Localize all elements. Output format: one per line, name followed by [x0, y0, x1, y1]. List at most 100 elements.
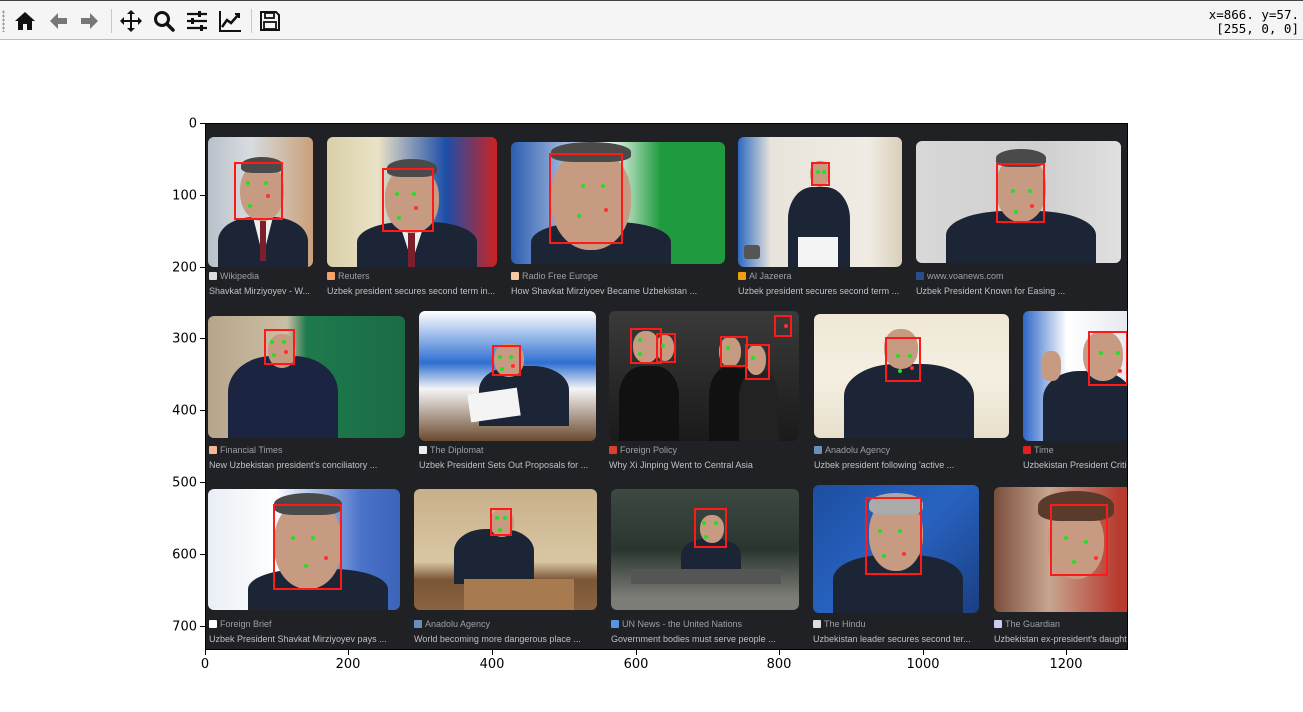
face-landmark-point — [1099, 351, 1103, 355]
x-tick-label: 200 — [335, 657, 361, 672]
result-caption[interactable]: Uzbek President Known for Easing ... — [916, 286, 1121, 296]
face-landmark-point — [282, 340, 286, 344]
face-bounding-box — [774, 315, 792, 337]
result-source-label: www.voanews.com — [927, 271, 1004, 281]
x-tick-mark — [1066, 650, 1067, 655]
face-landmark-point — [397, 216, 401, 220]
face-landmark-point — [822, 170, 826, 174]
result-source[interactable]: The Guardian — [994, 619, 1060, 629]
result-source[interactable]: Anadolu Agency — [414, 619, 490, 629]
result-source[interactable]: Time — [1023, 445, 1054, 455]
zoom-icon[interactable] — [150, 7, 178, 35]
save-icon[interactable] — [256, 7, 284, 35]
face-landmark-point — [1014, 210, 1018, 214]
thumbnail-shape — [744, 245, 760, 259]
result-caption[interactable]: Uzbekistan President Critic — [1023, 460, 1127, 470]
thumbnail-shape — [1041, 351, 1061, 381]
result-source-label: Al Jazeera — [749, 271, 792, 281]
source-favicon-icon — [611, 620, 619, 628]
face-landmark-point — [500, 367, 504, 371]
x-tick-label: 0 — [200, 657, 210, 672]
result-source[interactable]: Wikipedia — [209, 271, 259, 281]
source-favicon-icon — [419, 446, 427, 454]
edit-axis-icon[interactable] — [216, 7, 244, 35]
x-tick-label: 1000 — [906, 657, 940, 672]
result-caption[interactable]: Uzbek President Shavkat Mirziyoyev pays … — [209, 634, 404, 644]
result-source[interactable]: Financial Times — [209, 445, 283, 455]
face-bounding-box — [549, 153, 623, 244]
face-landmark-point — [311, 536, 315, 540]
face-landmark-point — [714, 521, 718, 525]
result-source[interactable]: UN News - the United Nations — [611, 619, 742, 629]
face-landmark-point — [270, 340, 274, 344]
result-caption[interactable]: New Uzbekistan president's conciliatory … — [209, 460, 409, 470]
result-source[interactable]: The Diplomat — [419, 445, 484, 455]
displayed-image[interactable]: Wikipedia Shavkat Mirziyoyev - W... Reut… — [205, 123, 1128, 650]
pan-icon[interactable] — [117, 7, 145, 35]
result-source-label: Financial Times — [220, 445, 283, 455]
result-source[interactable]: The Hindu — [813, 619, 866, 629]
face-landmark-point — [1118, 369, 1122, 373]
face-landmark-point — [577, 214, 581, 218]
face-landmark-point — [661, 344, 665, 348]
face-bounding-box — [382, 168, 434, 232]
y-tick-label: 100 — [172, 188, 197, 204]
result-caption[interactable]: Uzbek president following 'active ... — [814, 460, 1014, 470]
source-favicon-icon — [916, 272, 924, 280]
result-source[interactable]: www.voanews.com — [916, 271, 1004, 281]
result-source[interactable]: Anadolu Agency — [814, 445, 890, 455]
result-caption[interactable]: Uzbekistan leader secures second ter... — [813, 634, 981, 644]
toolbar-grip[interactable] — [2, 10, 5, 32]
result-source[interactable]: Radio Free Europe — [511, 271, 598, 281]
result-source[interactable]: Foreign Policy — [609, 445, 677, 455]
result-source[interactable]: Al Jazeera — [738, 271, 792, 281]
face-landmark-point — [266, 194, 270, 198]
result-caption[interactable]: Shavkat Mirziyoyev - W... — [209, 286, 317, 296]
face-landmark-point — [902, 552, 906, 556]
face-bounding-box — [865, 497, 922, 575]
result-caption[interactable]: World becoming more dangerous place ... — [414, 634, 602, 644]
face-bounding-box — [264, 329, 295, 365]
face-bounding-box — [656, 333, 676, 363]
result-source[interactable]: Reuters — [327, 271, 370, 281]
result-source[interactable]: Foreign Brief — [209, 619, 272, 629]
result-thumbnail[interactable] — [738, 137, 902, 267]
face-landmark-point — [784, 324, 788, 328]
result-thumbnail[interactable] — [208, 316, 405, 438]
thumbnail-shape — [631, 569, 781, 584]
thumbnail-shape — [739, 371, 779, 441]
face-landmark-point — [638, 338, 642, 342]
result-source-label: UN News - the United Nations — [622, 619, 743, 629]
result-caption[interactable]: How Shavkat Mirziyoev Became Uzbekistan … — [511, 286, 726, 296]
result-caption[interactable]: Uzbek president secures second term in..… — [327, 286, 502, 296]
toolbar-separator — [251, 9, 252, 33]
thumbnail-shape — [798, 237, 838, 267]
result-caption[interactable]: Uzbek President Sets Out Proposals for .… — [419, 460, 599, 470]
face-landmark-point — [498, 355, 502, 359]
forward-icon[interactable] — [76, 7, 104, 35]
face-landmark-point — [751, 356, 755, 360]
face-landmark-point — [272, 353, 276, 357]
source-favicon-icon — [209, 620, 217, 628]
x-tick-mark — [636, 650, 637, 655]
result-source-label: The Guardian — [1005, 619, 1061, 629]
source-favicon-icon — [738, 272, 746, 280]
configure-subplots-icon[interactable] — [183, 7, 211, 35]
home-icon[interactable] — [11, 7, 39, 35]
result-caption[interactable]: Uzbekistan ex-president's daughter — [994, 634, 1127, 644]
face-landmark-point — [1072, 560, 1076, 564]
face-bounding-box — [885, 337, 921, 382]
x-tick-mark — [348, 650, 349, 655]
face-bounding-box — [234, 162, 283, 220]
source-favicon-icon — [511, 272, 519, 280]
face-bounding-box — [1050, 504, 1108, 576]
result-source-label: Wikipedia — [220, 271, 260, 281]
face-landmark-point — [704, 535, 708, 539]
result-thumbnail[interactable] — [419, 311, 596, 441]
result-caption[interactable]: Why Xi Jinping Went to Central Asia — [609, 460, 804, 470]
result-caption[interactable]: Government bodies must serve people ... — [611, 634, 803, 644]
source-favicon-icon — [814, 446, 822, 454]
result-caption[interactable]: Uzbek president secures second term ... — [738, 286, 908, 296]
thumbnail-shape — [464, 579, 574, 610]
back-icon[interactable] — [44, 7, 72, 35]
